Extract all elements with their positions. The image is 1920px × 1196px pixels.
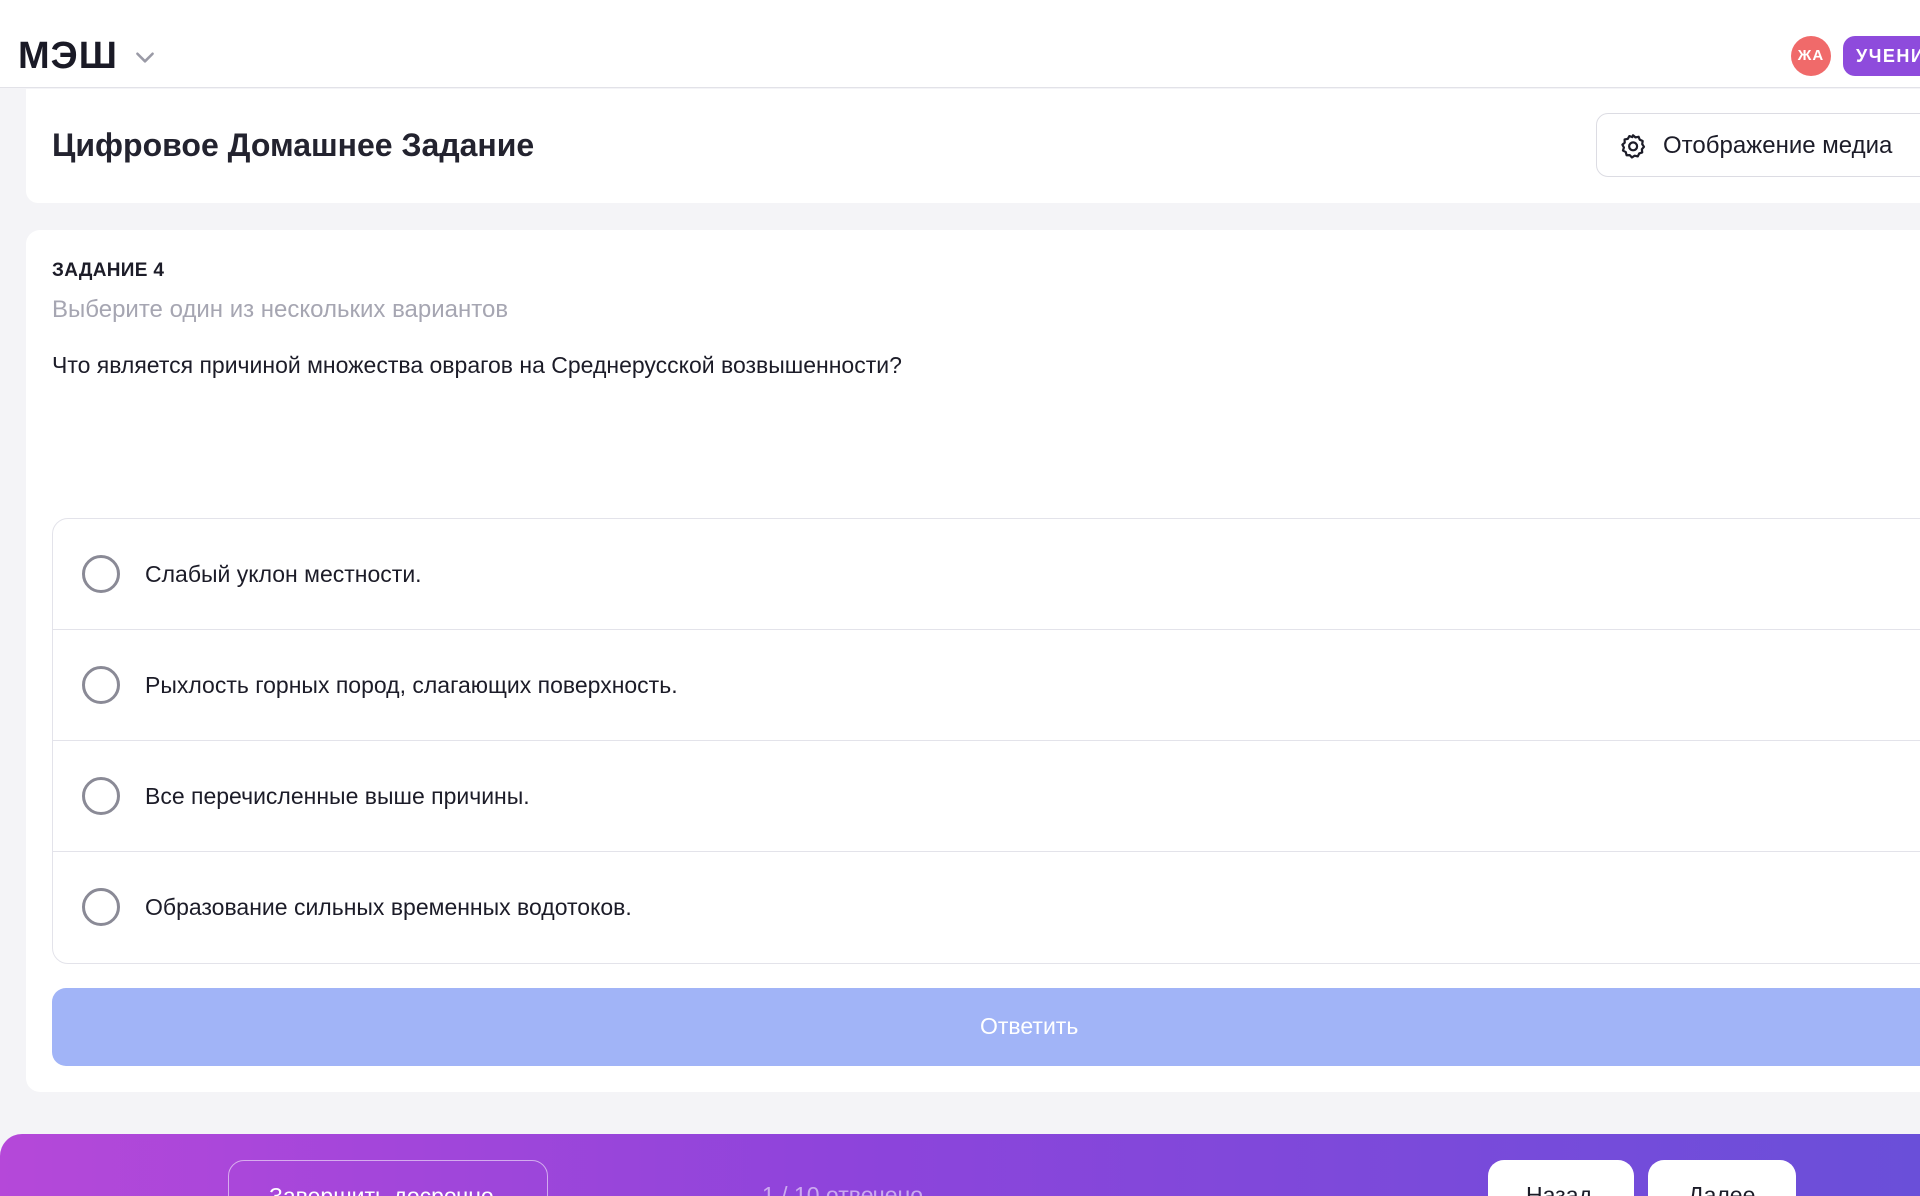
answer-option-2[interactable]: Рыхлость горных пород, слагающих поверхн… [53,630,1920,741]
role-badge[interactable]: УЧЕНИК [1843,36,1920,76]
avatar[interactable]: ЖА [1791,36,1831,76]
next-button-label: Далее [1688,1182,1756,1196]
task-card: ЗАДАНИЕ 4 Выберите один из нескольких ва… [26,230,1920,1092]
next-button[interactable]: Далее [1648,1160,1796,1196]
answer-option-4[interactable]: Образование сильных временных водотоков. [53,852,1920,963]
answer-button-label: Ответить [980,1013,1079,1039]
bottom-bar: Завершить досрочно 1 / 10 отвечено Назад… [0,1134,1920,1196]
top-bar: МЭШ ЖА УЧЕНИК [0,0,1920,88]
page-title: Цифровое Домашнее Задание [52,127,535,163]
progress-counter: 1 / 10 отвечено [762,1182,924,1196]
radio-icon[interactable] [82,888,120,926]
media-display-button[interactable]: Отображение медиа [1596,113,1920,177]
answer-option-label: Все перечисленные выше причины. [145,783,530,809]
task-question: Что является причиной множества оврагов … [52,352,902,378]
answer-option-label: Рыхлость горных пород, слагающих поверхн… [145,672,678,698]
chevron-down-icon[interactable] [132,44,158,70]
radio-icon[interactable] [82,555,120,593]
header-card: Цифровое Домашнее Задание Отображение ме… [26,89,1920,203]
task-hint: Выберите один из нескольких вариантов [52,296,509,323]
answer-button[interactable]: Ответить [52,988,1920,1066]
finish-early-button[interactable]: Завершить досрочно [228,1160,548,1196]
finish-early-label: Завершить досрочно [269,1183,494,1196]
radio-icon[interactable] [82,777,120,815]
task-number: ЗАДАНИЕ 4 [52,260,165,281]
answer-option-1[interactable]: Слабый уклон местности. [53,519,1920,630]
answer-option-label: Слабый уклон местности. [145,561,422,587]
viewport: МЭШ ЖА УЧЕНИК Цифровое Домашнее Задание … [0,0,1920,1196]
answer-option-label: Образование сильных временных водотоков. [145,894,632,920]
logo[interactable]: МЭШ [18,36,118,76]
gear-icon [1621,134,1646,159]
answer-option-3[interactable]: Все перечисленные выше причины. [53,741,1920,852]
radio-icon[interactable] [82,666,120,704]
back-button[interactable]: Назад [1488,1160,1634,1196]
media-display-label: Отображение медиа [1663,132,1893,159]
back-button-label: Назад [1526,1182,1592,1196]
answer-options: Слабый уклон местности. Рыхлость горных … [52,518,1920,964]
